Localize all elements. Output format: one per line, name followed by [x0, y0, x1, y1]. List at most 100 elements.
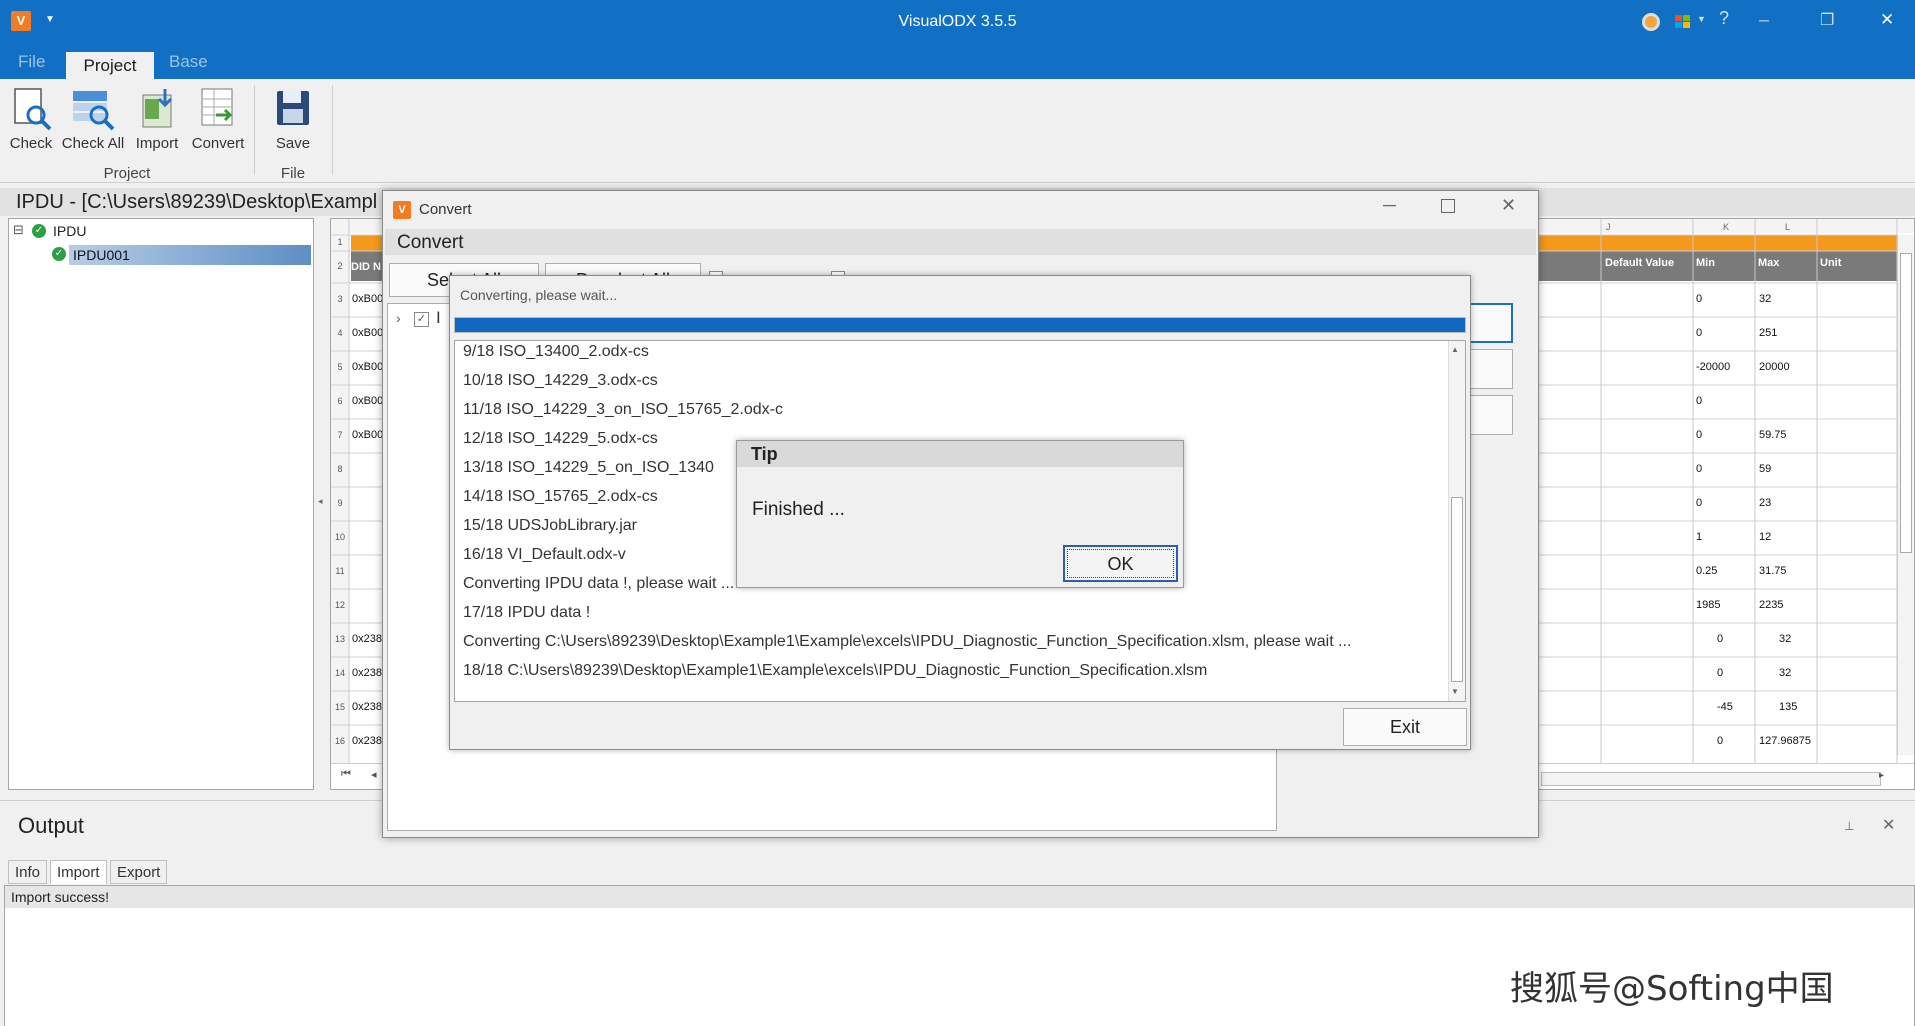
cell-min[interactable]: 1 [1696, 531, 1702, 543]
cell-max[interactable]: 32 [1759, 293, 1771, 305]
ribbon-separator [254, 85, 255, 175]
cell-min[interactable]: -45 [1717, 701, 1733, 713]
cell-max[interactable]: 32 [1779, 633, 1791, 645]
check-button[interactable]: Check [8, 87, 54, 152]
cell-max[interactable]: 59 [1759, 463, 1771, 475]
theme-icon[interactable] [1642, 13, 1660, 31]
cell-max[interactable]: 12 [1759, 531, 1771, 543]
cell-min[interactable]: 0 [1717, 633, 1723, 645]
check-all-button[interactable]: Check All [60, 87, 126, 152]
cell-min[interactable]: 0 [1696, 429, 1702, 441]
log-scrollbar-thumb[interactable] [1451, 497, 1463, 682]
tip-dialog: Tip Finished ... OK [736, 440, 1184, 588]
log-line: 15/18 UDSJobLibrary.jar [463, 517, 638, 534]
row-number[interactable]: 6 [331, 396, 349, 406]
cell-max[interactable]: 20000 [1759, 361, 1790, 373]
tab-project[interactable]: Project [66, 49, 154, 79]
cell-max[interactable]: 59.75 [1759, 429, 1787, 441]
cell-min[interactable]: 0 [1717, 735, 1723, 747]
ok-button[interactable]: OK [1063, 545, 1178, 582]
row-number[interactable]: 15 [331, 702, 349, 712]
cell-did[interactable]: 0x238 [352, 633, 382, 645]
cell-max[interactable]: 127.96875 [1759, 735, 1811, 747]
row-number[interactable]: 8 [331, 464, 349, 474]
pin-icon[interactable]: ⊥ [1844, 819, 1854, 833]
log-line: 9/18 ISO_13400_2.odx-cs [463, 343, 649, 360]
tab-base[interactable]: Base [169, 52, 208, 72]
splitter-arrow-icon[interactable]: ◂ [318, 496, 323, 507]
scroll-up-icon[interactable]: ▲ [1451, 345, 1459, 354]
restore-button[interactable]: ❐ [1820, 10, 1834, 30]
save-button[interactable]: Save [270, 87, 316, 152]
cell-did[interactable]: 0x238 [352, 667, 382, 679]
cell-did[interactable]: 0x238 [352, 735, 382, 747]
expand-icon[interactable]: › [396, 310, 401, 326]
cell-min[interactable]: 1985 [1696, 599, 1720, 611]
convert-close-button[interactable]: ✕ [1501, 195, 1516, 216]
scroll-right-icon[interactable]: ▸ [1879, 770, 1884, 781]
cell-max[interactable]: 32 [1779, 667, 1791, 679]
row-number[interactable]: 3 [331, 294, 349, 304]
cell-min[interactable]: 0 [1696, 327, 1702, 339]
tab-info[interactable]: Info [8, 860, 48, 884]
cell-min[interactable]: 0 [1696, 395, 1702, 407]
row-number[interactable]: 1 [331, 237, 349, 247]
row-number[interactable]: 13 [331, 634, 349, 644]
cell-did[interactable]: 0xB00 [352, 327, 383, 339]
cell-min[interactable]: 0 [1696, 293, 1702, 305]
file-tree-checkbox[interactable]: ✓ [414, 312, 429, 327]
first-record-icon[interactable]: ⏮ [341, 768, 351, 781]
row-number[interactable]: 11 [331, 566, 349, 576]
convert-maximize-button[interactable] [1441, 199, 1455, 213]
row-number[interactable]: 7 [331, 430, 349, 440]
cell-max[interactable]: 135 [1779, 701, 1797, 713]
scrollbar-thumb[interactable] [1900, 253, 1912, 553]
row-number[interactable]: 4 [331, 328, 349, 338]
file-tree-item[interactable]: I [436, 308, 441, 328]
prev-record-icon[interactable]: ◂ [371, 768, 377, 781]
cell-did[interactable]: 0xB00 [352, 395, 383, 407]
cell-max[interactable]: 2235 [1759, 599, 1783, 611]
tab-import[interactable]: Import [50, 860, 107, 884]
cell-did[interactable]: 0xB00 [352, 429, 383, 441]
log-scrollbar[interactable]: ▲ ▼ [1448, 341, 1465, 701]
scroll-down-icon[interactable]: ▼ [1451, 687, 1459, 696]
tab-file[interactable]: File [18, 52, 45, 72]
row-number[interactable]: 5 [331, 362, 349, 372]
cell-max[interactable]: 23 [1759, 497, 1771, 509]
tab-export[interactable]: Export [110, 860, 168, 884]
row-number[interactable]: 10 [331, 532, 349, 542]
cell-did[interactable]: 0x238 [352, 701, 382, 713]
row-number[interactable]: 16 [331, 736, 349, 746]
cell-min[interactable]: -20000 [1696, 361, 1730, 373]
output-close-button[interactable]: ✕ [1882, 815, 1895, 835]
row-number[interactable]: 2 [331, 261, 349, 271]
row-number[interactable]: 12 [331, 600, 349, 610]
minimize-button[interactable]: ─ [1759, 12, 1769, 28]
cell-min[interactable]: 0 [1696, 463, 1702, 475]
row-number[interactable]: 14 [331, 668, 349, 678]
cell-max[interactable]: 31.75 [1759, 565, 1787, 577]
exit-button[interactable]: Exit [1343, 708, 1467, 746]
cell-did[interactable]: 0xB00 [352, 293, 383, 305]
import-button[interactable]: Import [132, 87, 182, 152]
row-number[interactable]: 9 [331, 498, 349, 508]
convert-button[interactable]: Convert [188, 87, 248, 152]
collapse-icon[interactable]: ⊟ [13, 222, 24, 238]
vertical-scrollbar[interactable] [1897, 235, 1914, 755]
header-min: Min [1696, 257, 1715, 269]
cell-did[interactable]: 0xB00 [352, 361, 383, 373]
options-dropdown-icon[interactable]: ▼ [1697, 14, 1706, 24]
close-button[interactable]: ✕ [1880, 10, 1894, 30]
cell-min[interactable]: 0 [1696, 497, 1702, 509]
help-button[interactable]: ? [1719, 8, 1729, 29]
windows-logo-icon[interactable] [1673, 12, 1695, 32]
cell-min[interactable]: 0 [1717, 667, 1723, 679]
cell-min[interactable]: 0.25 [1696, 565, 1717, 577]
tip-message: Finished ... [752, 499, 845, 520]
convert-minimize-button[interactable]: ─ [1383, 195, 1396, 216]
tree-node-ipdu[interactable]: IPDU [53, 223, 86, 239]
cell-max[interactable]: 251 [1759, 327, 1777, 339]
tree-node-ipdu001[interactable]: IPDU001 [69, 245, 311, 265]
horizontal-scrollbar[interactable] [1541, 772, 1881, 786]
